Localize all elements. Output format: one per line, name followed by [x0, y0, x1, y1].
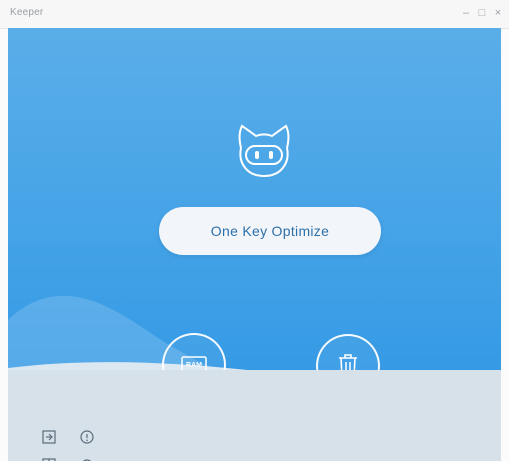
robot-cat-icon [238, 124, 290, 178]
minimize-icon[interactable]: – [458, 5, 474, 21]
info-icon[interactable] [78, 428, 96, 446]
close-icon[interactable]: × [490, 5, 506, 21]
window-title: Keeper [10, 7, 44, 18]
settings-icon[interactable] [78, 454, 96, 461]
app-window: Keeper – □ × One Key Optimize RAM [0, 0, 509, 461]
exit-icon[interactable] [40, 428, 58, 446]
grid-icon[interactable] [40, 454, 58, 461]
one-key-optimize-button[interactable]: One Key Optimize [159, 207, 381, 255]
ram-chip-label: RAM [186, 362, 202, 369]
maximize-icon[interactable]: □ [474, 5, 490, 21]
title-bar[interactable]: Keeper – □ × [0, 0, 509, 29]
footer-bar [8, 370, 501, 461]
